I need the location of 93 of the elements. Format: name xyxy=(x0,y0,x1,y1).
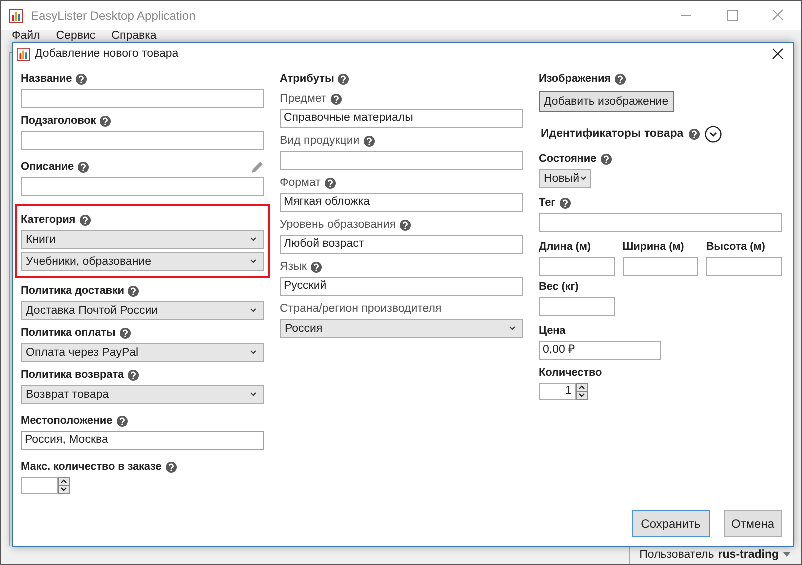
field-label: Ширина (м) xyxy=(622,241,684,253)
app-icon xyxy=(17,48,30,60)
field-label: Уровень образования xyxy=(280,219,396,231)
field-label: Вес (кг) xyxy=(539,281,579,293)
help-icon[interactable] xyxy=(330,94,342,104)
field-label: Политика оплаты xyxy=(21,327,116,339)
pencil-icon[interactable] xyxy=(251,160,264,174)
dropdown[interactable]: Россия xyxy=(280,319,523,338)
help-icon[interactable] xyxy=(310,262,322,272)
number-field[interactable]: 1 xyxy=(539,383,576,400)
field-label: Тег xyxy=(539,197,556,209)
field-label: Макс. количество в заказе xyxy=(21,461,162,473)
field-label: Предмет xyxy=(280,93,327,105)
menu-item[interactable]: Сервис xyxy=(48,30,104,42)
field-label: Цена xyxy=(539,325,566,337)
input-field[interactable]: 0,00 ₽ xyxy=(539,341,661,360)
number-field[interactable] xyxy=(21,477,58,494)
help-icon[interactable] xyxy=(100,116,112,126)
dropdown[interactable]: Доставка Почтой России xyxy=(21,301,264,320)
help-icon[interactable] xyxy=(166,462,177,472)
cancel-button[interactable]: Отмена xyxy=(724,510,782,537)
input-field[interactable]: Русский xyxy=(280,277,523,296)
dropdown[interactable]: Учебники, образование xyxy=(21,252,264,271)
help-icon[interactable] xyxy=(76,74,88,84)
field-label: Атрибуты xyxy=(280,73,334,85)
input-field[interactable]: Россия, Москва xyxy=(21,431,264,450)
field-label: Количество xyxy=(539,367,602,379)
help-icon[interactable] xyxy=(338,74,350,84)
help-icon[interactable] xyxy=(324,178,336,188)
field-label: Местоположение xyxy=(21,415,113,427)
input-field[interactable] xyxy=(280,151,523,170)
field-label: Формат xyxy=(280,177,321,189)
dropdown[interactable]: Новый xyxy=(539,169,591,188)
field-label: Подзаголовок xyxy=(21,115,96,127)
save-button[interactable]: Сохранить xyxy=(632,510,710,537)
field-label: Название xyxy=(21,73,72,85)
help-icon[interactable] xyxy=(614,74,626,84)
help-icon[interactable] xyxy=(128,370,139,380)
caret-icon xyxy=(509,326,516,331)
field-label: Страна/регион производителя xyxy=(280,303,442,315)
field-label: Политика возврата xyxy=(21,369,124,381)
help-icon[interactable] xyxy=(560,198,571,208)
field-label: Высота (м) xyxy=(706,241,766,253)
input-field[interactable] xyxy=(21,131,264,150)
input-field[interactable] xyxy=(706,257,782,276)
field-label: Длина (м) xyxy=(539,241,591,253)
section-title: Идентификаторы товара xyxy=(541,128,684,140)
input-field[interactable] xyxy=(539,257,615,276)
input-field[interactable]: Мягкая обложка xyxy=(280,193,523,212)
input-field[interactable] xyxy=(539,297,615,316)
field-label: Язык xyxy=(280,261,307,273)
stepper-icon[interactable] xyxy=(576,383,588,400)
caret-icon xyxy=(250,259,257,264)
input-field[interactable]: Справочные материалы xyxy=(280,109,523,128)
help-icon[interactable] xyxy=(400,220,412,230)
user-name[interactable]: rus-trading xyxy=(718,549,779,561)
expand-icon[interactable] xyxy=(704,126,722,142)
help-icon[interactable] xyxy=(116,416,128,426)
caret-icon[interactable] xyxy=(783,552,791,558)
caret-icon xyxy=(250,350,257,355)
add-image-button[interactable]: Добавить изображение xyxy=(539,91,674,112)
help-icon[interactable] xyxy=(78,162,90,172)
field-label: Вид продукции xyxy=(280,135,360,147)
field-label: Категория xyxy=(21,214,76,226)
input-field[interactable] xyxy=(539,213,782,232)
input-field[interactable] xyxy=(21,89,264,108)
input-field[interactable] xyxy=(622,257,698,276)
field-label: Описание xyxy=(21,161,74,173)
stepper-icon[interactable] xyxy=(58,477,70,494)
help-icon[interactable] xyxy=(80,214,91,226)
dropdown[interactable]: Книги xyxy=(21,230,264,249)
caret-icon xyxy=(250,392,257,397)
status-label: Пользователь xyxy=(640,549,714,561)
window-title: EasyLister Desktop Application xyxy=(31,8,196,22)
dialog-title: Добавление нового товара xyxy=(35,48,179,60)
help-icon[interactable] xyxy=(120,328,131,338)
field-label: Изображения xyxy=(539,73,611,85)
menu-item[interactable]: Справка xyxy=(104,30,165,42)
caret-icon xyxy=(250,308,257,313)
field-label: Политика доставки xyxy=(21,285,124,297)
input-field[interactable]: Любой возраст xyxy=(280,235,523,254)
help-icon[interactable] xyxy=(600,154,612,164)
help-icon[interactable] xyxy=(128,286,140,296)
dropdown[interactable]: Возврат товара xyxy=(21,385,264,404)
field-label: Состояние xyxy=(539,153,596,165)
help-icon[interactable] xyxy=(364,136,375,146)
help-icon[interactable] xyxy=(688,128,700,140)
caret-icon xyxy=(580,176,586,181)
dropdown[interactable]: Оплата через PayPal xyxy=(21,343,264,362)
input-field[interactable] xyxy=(21,177,264,196)
caret-icon xyxy=(250,237,257,242)
menu-item[interactable]: Файл xyxy=(4,30,48,42)
app-icon xyxy=(9,8,23,22)
